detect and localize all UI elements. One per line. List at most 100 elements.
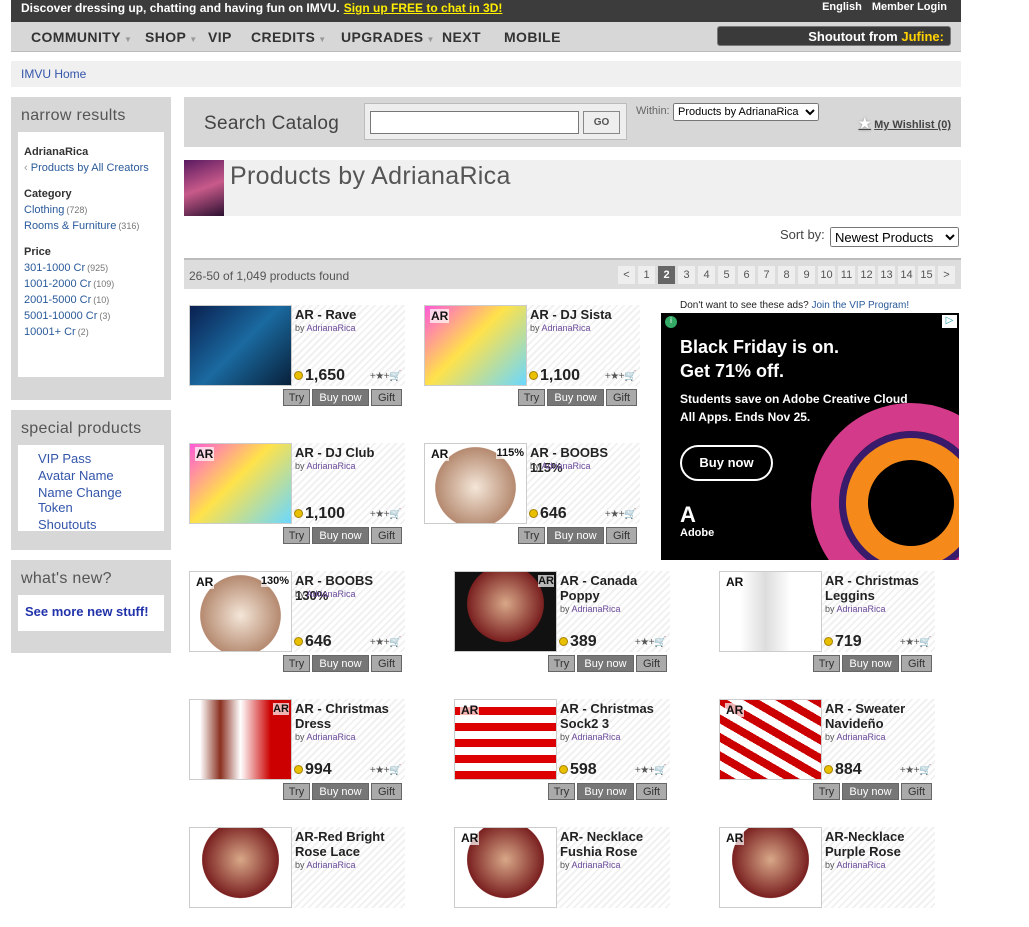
creator-link[interactable]: AdrianaRica [307, 323, 356, 333]
creator-link[interactable]: AdrianaRica [572, 604, 621, 614]
creator-link[interactable]: AdrianaRica [837, 604, 886, 614]
page-link[interactable]: 8 [778, 266, 795, 284]
product-name[interactable]: AR - Canada Poppy [560, 573, 668, 603]
all-creators-link[interactable]: ‹ Products by All Creators [24, 162, 158, 174]
product-thumbnail[interactable]: AR [719, 571, 822, 652]
creator-link[interactable]: AdrianaRica [542, 323, 591, 333]
nav-next[interactable]: NEXT [442, 29, 481, 45]
gift-button[interactable]: Gift [371, 783, 402, 800]
creator-link[interactable]: AdrianaRica [572, 860, 621, 870]
creator-link[interactable]: AdrianaRica [307, 732, 356, 742]
product-thumbnail[interactable]: AR [719, 699, 822, 780]
product-name[interactable]: AR - DJ Sista [530, 307, 638, 322]
language-link[interactable]: English [822, 1, 862, 13]
price-filter[interactable]: 5001-10000 Cr (3) [24, 310, 158, 322]
page-link[interactable]: 2 [658, 266, 675, 284]
wishlist-cart-icons[interactable]: +★+🛒 [370, 371, 402, 382]
nav-community[interactable]: COMMUNITY ▼ [31, 29, 132, 45]
buy-now-button[interactable]: Buy now [312, 783, 369, 800]
gift-button[interactable]: Gift [636, 783, 667, 800]
product-thumbnail[interactable] [189, 305, 292, 386]
page-link[interactable]: 10 [818, 266, 835, 284]
try-button[interactable]: Try [548, 655, 575, 672]
page-link[interactable]: 14 [898, 266, 915, 284]
page-link[interactable]: 7 [758, 266, 775, 284]
vip-pass-link[interactable]: VIP Pass [38, 451, 158, 466]
product-name[interactable]: AR - DJ Club [295, 445, 403, 460]
join-vip-link[interactable]: Join the VIP Program! [811, 300, 909, 311]
prev-page-button[interactable]: < [618, 266, 635, 284]
nav-shop[interactable]: SHOP ▼ [145, 29, 198, 45]
category-rooms[interactable]: Rooms & Furniture (316) [24, 220, 158, 232]
product-thumbnail[interactable]: AR [719, 827, 822, 908]
buy-now-button[interactable]: Buy now [842, 783, 899, 800]
next-page-button[interactable]: > [938, 266, 955, 284]
wishlist-cart-icons[interactable]: +★+🛒 [370, 765, 402, 776]
gift-button[interactable]: Gift [371, 527, 402, 544]
page-link[interactable]: 11 [838, 266, 855, 284]
try-button[interactable]: Try [518, 389, 545, 406]
wishlist-cart-icons[interactable]: +★+🛒 [370, 509, 402, 520]
advertisement[interactable]: i ▷ Black Friday is on. Get 71% off. Stud… [661, 313, 959, 560]
creator-link[interactable]: AdrianaRica [307, 589, 356, 599]
product-thumbnail[interactable]: AR 115% [424, 443, 527, 524]
nav-credits[interactable]: CREDITS ▼ [251, 29, 327, 45]
try-button[interactable]: Try [283, 655, 310, 672]
product-name[interactable]: AR - Christmas Dress [295, 701, 403, 731]
page-link[interactable]: 4 [698, 266, 715, 284]
buy-now-button[interactable]: Buy now [547, 389, 604, 406]
category-clothing[interactable]: Clothing (728) [24, 204, 158, 216]
shoutout-box[interactable]: Shoutout from Jufine: [717, 26, 951, 46]
buy-now-button[interactable]: Buy now [312, 389, 369, 406]
price-filter[interactable]: 301-1000 Cr (925) [24, 262, 158, 274]
product-name[interactable]: AR - Christmas Sock2 3 [560, 701, 668, 731]
creator-link[interactable]: AdrianaRica [837, 732, 886, 742]
try-button[interactable]: Try [283, 527, 310, 544]
nav-upgrades[interactable]: UPGRADES ▼ [341, 29, 435, 45]
creator-link[interactable]: AdrianaRica [542, 461, 591, 471]
product-name[interactable]: AR - Rave [295, 307, 403, 322]
gift-button[interactable]: Gift [901, 783, 932, 800]
creator-link[interactable]: AdrianaRica [837, 860, 886, 870]
buy-now-button[interactable]: Buy now [842, 655, 899, 672]
wishlist-cart-icons[interactable]: +★+🛒 [900, 765, 932, 776]
try-button[interactable]: Try [283, 783, 310, 800]
product-thumbnail[interactable]: AR [454, 699, 557, 780]
try-button[interactable]: Try [518, 527, 545, 544]
product-thumbnail[interactable]: AR [189, 699, 292, 780]
product-thumbnail[interactable]: AR [424, 305, 527, 386]
try-button[interactable]: Try [283, 389, 310, 406]
product-thumbnail[interactable]: AR [454, 827, 557, 908]
price-filter[interactable]: 2001-5000 Cr (10) [24, 294, 158, 306]
gift-button[interactable]: Gift [901, 655, 932, 672]
product-thumbnail[interactable] [189, 827, 292, 908]
go-button[interactable]: GO [583, 111, 620, 134]
page-link[interactable]: 1 [638, 266, 655, 284]
breadcrumb-home-link[interactable]: IMVU Home [21, 67, 86, 81]
search-input[interactable] [370, 111, 579, 134]
sort-select[interactable]: Newest Products [830, 227, 959, 247]
product-thumbnail[interactable]: AR [454, 571, 557, 652]
product-name[interactable]: AR- Necklace Fushia Rose [560, 829, 668, 859]
gift-button[interactable]: Gift [606, 527, 637, 544]
page-link[interactable]: 9 [798, 266, 815, 284]
try-button[interactable]: Try [548, 783, 575, 800]
wishlist-cart-icons[interactable]: +★+🛒 [900, 637, 932, 648]
product-name[interactable]: AR - Sweater Navideño [825, 701, 933, 731]
shoutouts-link[interactable]: Shoutouts [38, 517, 158, 532]
name-change-token-link[interactable]: Name Change Token [38, 485, 158, 515]
product-thumbnail[interactable]: AR [189, 443, 292, 524]
signup-link[interactable]: Sign up FREE to chat in 3D! [344, 1, 503, 15]
wishlist-link[interactable]: ★ My Wishlist (0) [859, 115, 951, 132]
product-name[interactable]: AR - Christmas Leggins [825, 573, 933, 603]
gift-button[interactable]: Gift [606, 389, 637, 406]
nav-vip[interactable]: VIP [208, 29, 232, 45]
wishlist-cart-icons[interactable]: +★+🛒 [635, 637, 667, 648]
try-button[interactable]: Try [813, 783, 840, 800]
see-more-new-link[interactable]: See more new stuff! [25, 604, 149, 619]
page-link[interactable]: 5 [718, 266, 735, 284]
wishlist-cart-icons[interactable]: +★+🛒 [605, 509, 637, 520]
ad-buy-now-button[interactable]: Buy now [680, 445, 773, 481]
price-filter[interactable]: 1001-2000 Cr (109) [24, 278, 158, 290]
ad-choices-icon[interactable]: i [665, 316, 677, 328]
